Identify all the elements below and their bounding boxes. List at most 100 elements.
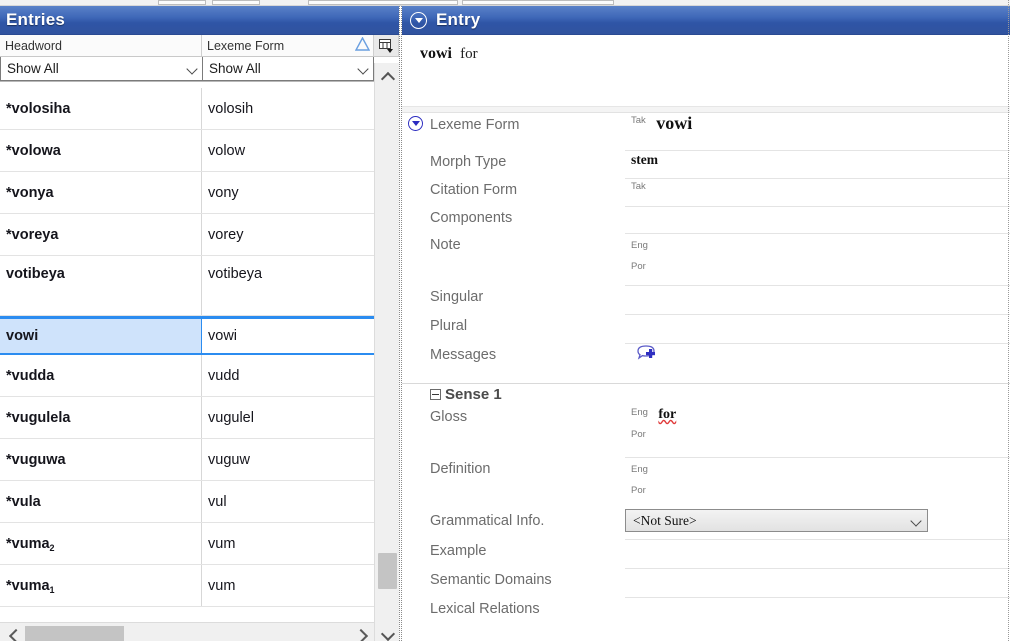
writing-system-tag: Por [631, 429, 646, 440]
writing-system-tag: Eng [631, 464, 648, 475]
field-value[interactable]: <Not Sure> [625, 509, 1010, 532]
row-headword: votibeya [0, 256, 202, 315]
row-headword: *vuma1 [0, 565, 202, 606]
column-header-headword-label: Headword [5, 38, 62, 53]
field-value[interactable]: Eng Por [625, 457, 1010, 500]
scroll-down-button[interactable] [375, 622, 400, 641]
writing-system-tag: Por [631, 485, 646, 496]
row-headword: *volosiha [0, 88, 202, 129]
row-headword: *voreya [0, 214, 202, 255]
field-grammatical-info: Grammatical Info. <Not Sure> [402, 509, 1010, 539]
field-definition: Definition Eng Por [402, 457, 1010, 509]
writing-system-tag: Eng [631, 407, 648, 418]
list-vertical-scrollbar[interactable] [374, 63, 399, 641]
expand-circle-arrow-icon[interactable] [408, 116, 423, 131]
horizontal-scrollbar-thumb[interactable] [25, 625, 124, 641]
field-label: Components [430, 210, 513, 226]
field-example: Example [402, 539, 1010, 568]
table-row[interactable]: *vula vul [0, 481, 374, 523]
writing-system-tag: Eng [631, 240, 648, 251]
collapse-minus-box-icon[interactable] [430, 389, 441, 400]
row-lexeme: vul [208, 493, 227, 510]
filter-lexeme-dropdown[interactable]: Show All [203, 57, 374, 81]
column-header-headword[interactable]: Headword [0, 35, 202, 56]
entry-gloss: for [460, 46, 478, 62]
column-chooser-icon[interactable] [374, 35, 399, 56]
row-lexeme: vugulel [208, 409, 254, 426]
writing-system-tag: Tak [631, 115, 646, 126]
field-label: Messages [430, 347, 497, 363]
table-row[interactable]: *vuguwa vuguw [0, 439, 374, 481]
table-row[interactable]: *voreya vorey [0, 214, 374, 256]
scroll-up-button[interactable] [375, 63, 400, 88]
horizontal-scrollbar-track[interactable] [25, 623, 349, 641]
list-filter-row: Show All Show All [0, 57, 399, 82]
chevron-up-icon [383, 71, 392, 80]
row-lexeme: votibeya [208, 266, 263, 282]
table-row[interactable]: *volowa volow [0, 130, 374, 172]
field-value[interactable] [625, 343, 1010, 369]
table-row[interactable]: *vudda vudd [0, 355, 374, 397]
list-horizontal-scrollbar[interactable] [0, 622, 374, 641]
toolbar-chrome-item [308, 0, 458, 5]
toolbar-chrome-item [212, 0, 260, 5]
row-headword: *vonya [0, 172, 202, 213]
field-value[interactable] [625, 568, 1010, 590]
field-label: Definition [430, 461, 491, 477]
add-comment-icon[interactable] [635, 344, 657, 369]
row-lexeme: vowi [208, 328, 238, 344]
table-row[interactable]: *vuma2 vum [0, 523, 374, 565]
chevron-left-icon [8, 630, 18, 640]
field-lexical-relations: Lexical Relations [402, 597, 1010, 626]
chevron-down-icon [187, 65, 198, 72]
toolbar-chrome-item [462, 0, 614, 5]
field-components: Components [402, 206, 1010, 233]
chevron-right-icon [357, 630, 367, 640]
entry-detail-fields: Lexeme Form Tak vowi Morph Type stem Cit… [402, 107, 1010, 641]
row-headword: *vula [0, 481, 202, 522]
table-row[interactable]: *volosiha volosih [0, 88, 374, 130]
field-singular: Singular [402, 285, 1010, 314]
expand-circle-arrow-icon[interactable] [410, 11, 427, 29]
row-lexeme: vum [208, 535, 236, 552]
row-headword: *vuma2 [0, 523, 202, 564]
sense-section-header[interactable]: Sense 1 [402, 383, 1010, 405]
scroll-right-button[interactable] [349, 623, 374, 641]
field-value[interactable]: Eng for Por [625, 405, 1010, 444]
field-value[interactable]: Tak [625, 178, 1010, 200]
table-row[interactable]: *vugulela vugulel [0, 397, 374, 439]
table-row[interactable]: votibeya votibeya [0, 256, 374, 316]
lexeme-form-value: vowi [656, 113, 693, 133]
grammatical-info-dropdown[interactable]: <Not Sure> [625, 509, 928, 532]
field-value[interactable]: Eng Por [625, 233, 1010, 276]
field-semantic-domains: Semantic Domains [402, 568, 1010, 597]
row-lexeme: vuguw [208, 451, 250, 468]
filter-headword-dropdown[interactable]: Show All [0, 57, 203, 81]
field-value[interactable] [625, 314, 1010, 336]
scroll-left-button[interactable] [0, 623, 25, 641]
field-value[interactable] [625, 597, 1010, 619]
vertical-scrollbar-thumb[interactable] [378, 553, 397, 589]
entries-list[interactable]: *volosiha volosih *volowa volow *vonya v… [0, 88, 374, 620]
table-row-selected[interactable]: vowi vowi [0, 316, 374, 355]
field-plural: Plural [402, 314, 1010, 343]
row-lexeme: vum [208, 577, 236, 594]
row-lexeme: volosih [208, 100, 254, 117]
entry-panel: Entry vowi for Lexeme Form Tak vowi Morp… [402, 6, 1010, 641]
table-row[interactable]: *vonya vony [0, 172, 374, 214]
filter-headword-value: Show All [7, 61, 59, 76]
filter-lexeme-value: Show All [209, 61, 261, 76]
application-window: Entries Headword Lexeme Form Show All Sh… [0, 0, 1010, 641]
field-value[interactable] [625, 206, 1010, 228]
field-value[interactable]: Tak vowi [625, 113, 1010, 135]
writing-system-tag: Por [631, 261, 646, 272]
entry-panel-title: Entry [436, 10, 481, 29]
sort-ascending-triangle-icon[interactable] [354, 36, 371, 54]
field-value[interactable] [625, 285, 1010, 307]
field-label: Lexical Relations [430, 601, 540, 617]
field-value[interactable] [625, 539, 1010, 561]
table-row[interactable]: *vuma1 vum [0, 565, 374, 607]
column-header-lexeme-form[interactable]: Lexeme Form [202, 35, 374, 56]
field-label: Example [430, 543, 487, 559]
field-value[interactable]: stem [625, 150, 1010, 172]
